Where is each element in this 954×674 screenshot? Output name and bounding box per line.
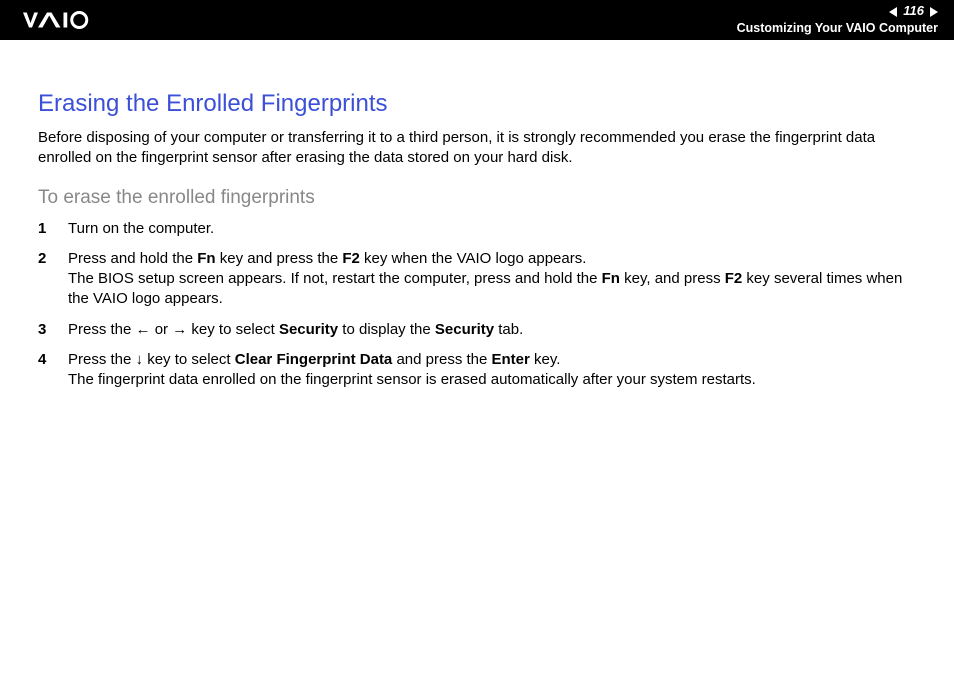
step-number: 4 [38, 350, 50, 391]
arrow-left-icon: ← [136, 320, 151, 340]
page-title: Erasing the Enrolled Fingerprints [38, 90, 916, 118]
step-4: 4 Press the ↓ key to select Clear Finger… [38, 350, 916, 391]
next-page-icon[interactable] [930, 7, 938, 17]
page-number: 116 [903, 3, 924, 20]
page-nav: 116 [737, 3, 938, 20]
step-body: Press the ↓ key to select Clear Fingerpr… [68, 350, 916, 391]
step-3: 3 Press the ← or → key to select Securit… [38, 320, 916, 340]
section-breadcrumb: Customizing Your VAIO Computer [737, 20, 938, 36]
prev-page-icon[interactable] [889, 7, 897, 17]
step-body: Press the ← or → key to select Security … [68, 320, 916, 340]
step-number: 2 [38, 249, 50, 310]
procedure-steps: 1 Turn on the computer. 2 Press and hold… [38, 219, 916, 391]
step-body: Turn on the computer. [68, 219, 916, 239]
step-body: Press and hold the Fn key and press the … [68, 249, 916, 310]
intro-paragraph: Before disposing of your computer or tra… [38, 128, 916, 169]
page-content: Erasing the Enrolled Fingerprints Before… [0, 40, 954, 390]
step-number: 3 [38, 320, 50, 340]
arrow-right-icon: → [172, 320, 187, 340]
arrow-down-icon: ↓ [136, 350, 144, 370]
procedure-heading: To erase the enrolled fingerprints [38, 187, 916, 209]
vaio-logo [20, 11, 116, 29]
step-2: 2 Press and hold the Fn key and press th… [38, 249, 916, 310]
step-1: 1 Turn on the computer. [38, 219, 916, 239]
step-number: 1 [38, 219, 50, 239]
page-header: 116 Customizing Your VAIO Computer [0, 0, 954, 40]
header-right: 116 Customizing Your VAIO Computer [737, 3, 938, 36]
